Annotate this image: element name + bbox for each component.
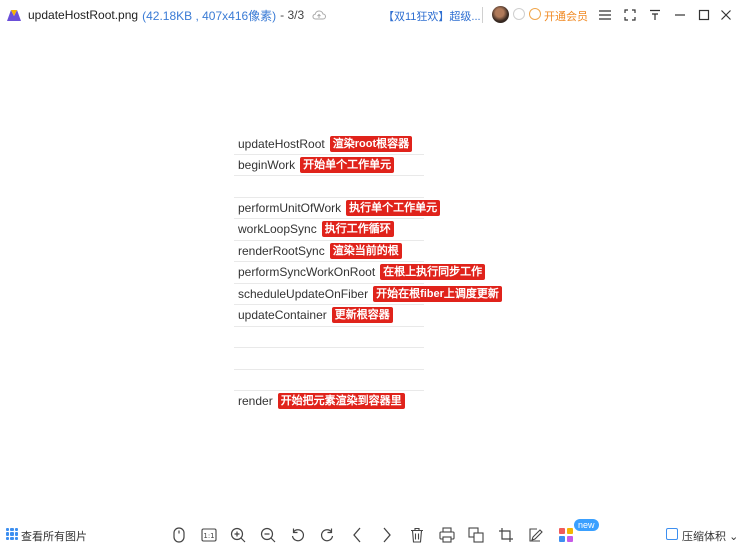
divider [482,7,483,23]
zoom-in-icon[interactable] [228,525,248,545]
compress-label: 压缩体积 [682,531,726,543]
list-item: updateContainer 更新根容器 [232,305,393,325]
function-name: updateHostRoot [238,137,325,151]
list-item: scheduleUpdateOnFiber 开始在根fiber上调度更新 [232,284,502,304]
actual-size-icon[interactable]: 1:1 [199,525,219,545]
annotation-tag: 开始把元素渲染到容器里 [277,393,405,409]
mouse-icon[interactable] [169,525,189,545]
compress-icon[interactable] [666,528,678,540]
list-item: renderRootSync 渲染当前的根 [232,241,402,261]
list-item: performUnitOfWork 执行单个工作单元 [232,198,441,218]
annotation-tag: 开始单个工作单元 [300,157,395,173]
function-name: performSyncWorkOnRoot [238,265,376,279]
file-meta: (42.18KB , 407x416像素) [142,8,277,23]
bottom-toolbar [0,520,740,551]
divider [234,326,424,327]
crop-icon[interactable] [496,525,516,545]
annotation-tag: 在根上执行同步工作 [380,264,486,280]
vip-button[interactable]: 开通会员 [544,8,588,24]
function-name: scheduleUpdateOnFiber [238,287,369,301]
chevron-down-icon: ⌄ [729,531,739,543]
function-name: performUnitOfWork [238,201,342,215]
annotation-tag: 更新根容器 [331,307,393,323]
view-all-images-button[interactable]: 查看所有图片 [21,528,87,544]
next-icon[interactable] [377,525,397,545]
annotation-tag: 执行单个工作单元 [346,200,441,216]
function-name: beginWork [238,158,296,172]
grid-icon[interactable] [6,528,18,540]
list-item: performSyncWorkOnRoot 在根上执行同步工作 [232,262,486,282]
maximize-icon[interactable] [694,5,714,25]
apps-icon[interactable] [556,525,576,545]
displayed-image: updateHostRoot 渲染root根容器 beginWork 开始单个工… [232,132,508,412]
convert-icon[interactable] [466,525,486,545]
zoom-out-icon[interactable] [258,525,278,545]
list-item: render 开始把元素渲染到容器里 [232,391,405,411]
app-logo-icon [6,7,22,23]
avatar[interactable] [492,6,509,23]
function-name: renderRootSync [238,244,325,258]
vip-status-icon [513,8,525,20]
fullscreen-icon[interactable] [620,5,640,25]
previous-icon[interactable] [347,525,367,545]
divider [234,369,424,370]
annotation-tag: 开始在根fiber上调度更新 [373,286,502,302]
svg-text:1:1: 1:1 [203,532,214,540]
function-name: workLoopSync [238,222,317,236]
cloud-upload-icon[interactable] [312,8,327,22]
rotate-left-icon[interactable] [288,525,308,545]
pin-icon[interactable] [645,5,665,25]
menu-icon[interactable] [595,5,615,25]
annotation-tag: 渲染root根容器 [329,136,413,152]
compress-button[interactable]: 压缩体积 ⌄ [682,528,738,544]
list-item: beginWork 开始单个工作单元 [232,155,395,175]
rotate-right-icon[interactable] [317,525,337,545]
minimize-icon[interactable] [670,5,690,25]
vip-icon [529,8,541,20]
list-item: workLoopSync 执行工作循环 [232,219,394,239]
delete-icon[interactable] [407,525,427,545]
promo-link[interactable]: 【双11狂欢】超级... [383,8,481,24]
file-name: updateHostRoot.png [28,8,139,22]
close-icon[interactable] [716,5,736,25]
divider [234,347,424,348]
list-item: updateHostRoot 渲染root根容器 [232,134,413,154]
annotation-tag: 执行工作循环 [321,221,394,237]
new-badge: new [574,519,599,531]
image-counter: - 3/3 [280,8,305,22]
divider [234,175,424,176]
function-name: render [238,394,273,408]
annotation-tag: 渲染当前的根 [329,243,402,259]
edit-icon[interactable] [526,525,546,545]
print-icon[interactable] [437,525,457,545]
function-name: updateContainer [238,308,327,322]
